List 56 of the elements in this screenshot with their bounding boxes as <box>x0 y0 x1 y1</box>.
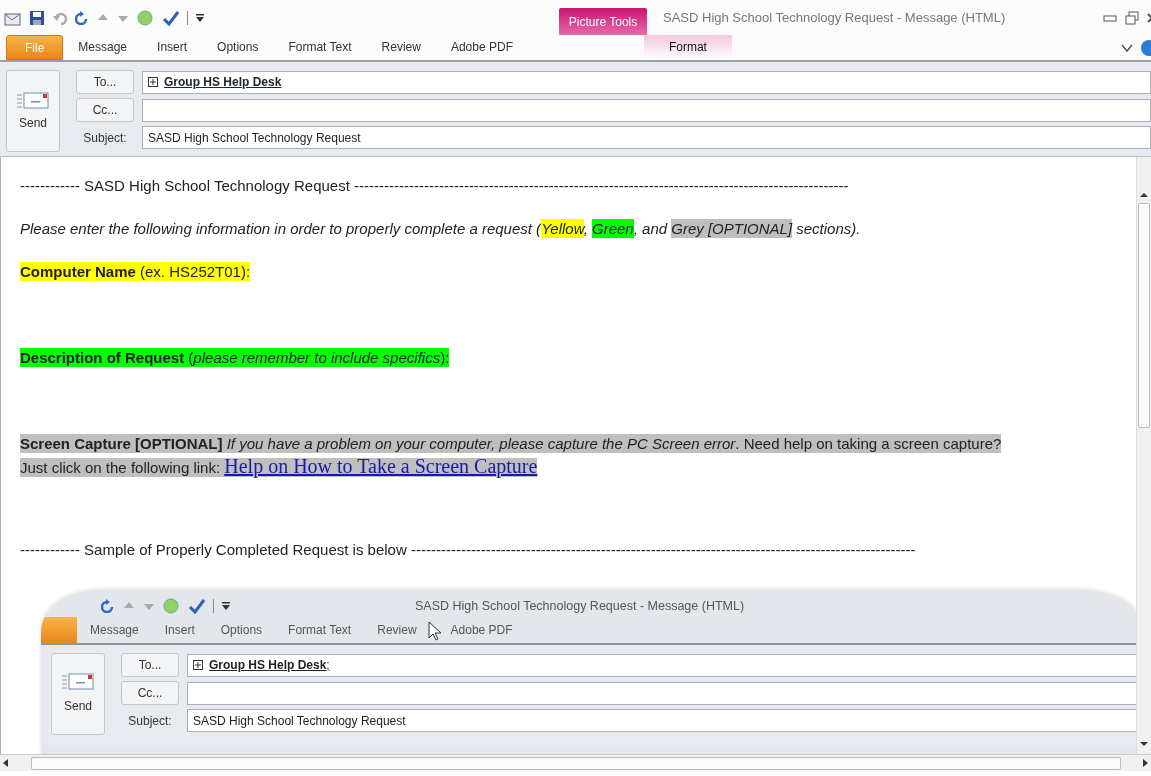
horizontal-scroll-thumb[interactable] <box>30 756 1121 770</box>
send-button[interactable]: Send <box>6 70 60 152</box>
ribbon-tab[interactable]: Adobe PDF <box>435 35 528 60</box>
section-label: Computer Name (ex. HS252T01): <box>20 262 251 281</box>
ribbon-tab[interactable]: Options <box>202 35 274 60</box>
tab-label: Options <box>219 622 264 639</box>
subject-label: Subject: <box>127 712 173 730</box>
circle-icon[interactable] <box>137 9 153 26</box>
section-label: Screen Capture [OPTIONAL] If you have a problem on your computer, please capture the PC Screen error. Need help on taking a screen capture? <box>20 434 1002 453</box>
subject-field[interactable]: SASD High School Technology Request <box>142 126 1151 149</box>
cc-field[interactable] <box>187 681 1138 705</box>
tab-label: Adobe PDF <box>449 622 514 639</box>
expand-icon <box>148 77 158 87</box>
cursor-icon <box>427 621 442 641</box>
cc-field[interactable] <box>142 98 1151 122</box>
subject-label: Subject: <box>82 129 128 147</box>
restore-icon[interactable] <box>1125 10 1139 25</box>
envelope-icon <box>61 671 95 691</box>
dropdown-icon[interactable] <box>196 12 204 23</box>
to-field[interactable]: Group HS Help Desk <box>142 70 1151 94</box>
section-label: Description of Request (please remember to include specifics): <box>20 348 450 367</box>
collapse-ribbon-icon[interactable] <box>1121 42 1133 53</box>
subject-field[interactable]: SASD High School Technology Request <box>187 709 1138 732</box>
window-title: SASD High School Technology Request - Message (HTML) <box>415 598 745 615</box>
to-field[interactable]: Group HS Help Desk; <box>187 653 1138 677</box>
ribbon-tab[interactable]: Insert <box>142 35 203 60</box>
tab-label: Insert <box>163 622 196 639</box>
to-button[interactable]: To... <box>121 653 179 677</box>
ribbon-tab[interactable]: Review <box>366 35 436 60</box>
tab-label: Review <box>376 622 418 639</box>
scroll-thumb[interactable] <box>1138 203 1150 428</box>
minimize-icon[interactable] <box>1103 12 1117 23</box>
send-button[interactable]: Send <box>51 653 105 735</box>
expand-icon <box>193 660 203 670</box>
help-link[interactable]: Help on How to Take a Screen Capture <box>224 455 538 477</box>
redo-icon[interactable] <box>75 10 89 25</box>
ribbon-tab[interactable]: Message <box>63 35 143 60</box>
tab-label: Message <box>89 622 140 639</box>
form-heading: ------------ SASD High School Technology Request --------------------------------------------------------------------------------------------------- <box>20 176 850 196</box>
circle-icon <box>163 598 179 614</box>
cc-button[interactable]: Cc... <box>76 98 134 122</box>
instruction-text: Just click on the following link: <box>20 459 221 476</box>
envelope-icon <box>16 90 50 110</box>
contextual-tab-group: Picture Tools <box>568 13 638 31</box>
sample-heading: ------------ Sample of Properly Completed Request is below ----------------------------------------------------------------------------------------------------- <box>20 540 917 560</box>
to-button[interactable]: To... <box>76 70 134 94</box>
spellcheck-icon <box>187 597 205 615</box>
tab-label: Format Text <box>287 622 353 639</box>
redo-icon <box>101 599 115 613</box>
save-icon[interactable] <box>29 9 45 26</box>
dropdown-icon <box>222 601 230 611</box>
undo-icon[interactable] <box>53 10 67 25</box>
spellcheck-icon[interactable] <box>161 8 179 27</box>
cc-button[interactable]: Cc... <box>121 681 179 705</box>
window-title: SASD High School Technology Request - Message (HTML) <box>663 8 1006 27</box>
ribbon-tab[interactable]: Format Text <box>273 35 367 60</box>
